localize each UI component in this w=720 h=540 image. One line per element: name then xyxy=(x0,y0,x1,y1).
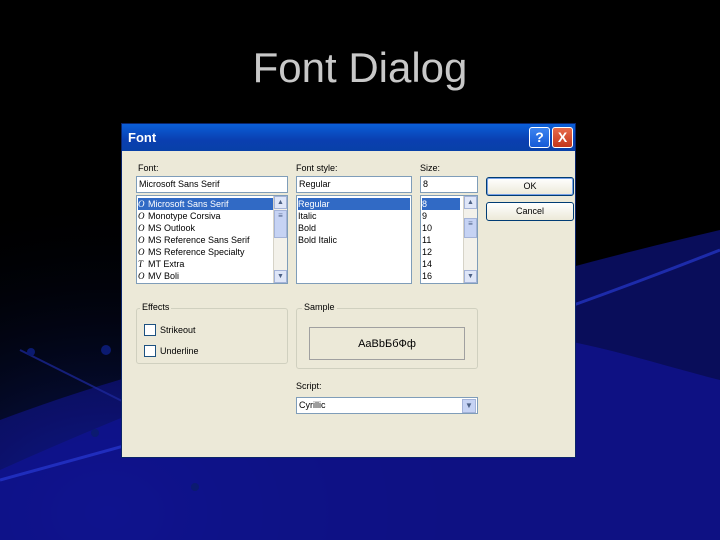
sample-label: Sample xyxy=(302,302,337,312)
font-list-item[interactable]: O Monotype Corsiva xyxy=(138,210,273,222)
dialog-title: Font xyxy=(128,130,157,145)
font-list-item-label: Monotype Corsiva xyxy=(148,211,221,221)
font-style-item[interactable]: Bold xyxy=(298,222,410,234)
font-style-input[interactable]: Regular xyxy=(296,176,412,193)
size-item[interactable]: 12 xyxy=(422,246,460,258)
chevron-down-icon[interactable]: ▼ xyxy=(462,399,476,413)
effects-label: Effects xyxy=(140,302,172,312)
scroll-down-icon[interactable]: ▼ xyxy=(274,270,287,283)
scroll-up-icon[interactable]: ▲ xyxy=(274,196,287,209)
size-item[interactable]: 11 xyxy=(422,234,460,246)
sample-preview: AaBbБбФф xyxy=(309,327,465,360)
underline-label[interactable]: Underline xyxy=(160,346,199,356)
font-list-scrollbar[interactable]: ▲ ≡ ▼ xyxy=(273,196,287,283)
close-icon: X xyxy=(557,129,568,145)
font-list-item[interactable]: O MS Outlook xyxy=(138,222,273,234)
size-item[interactable]: 16 xyxy=(422,270,460,282)
font-list-item-label: MS Outlook xyxy=(148,223,196,233)
font-list-item-label: MS Reference Sans Serif xyxy=(148,235,250,245)
scroll-thumb[interactable]: ≡ xyxy=(274,210,287,238)
size-list[interactable]: 8 9 10 11 12 14 16 ▲ ≡ ▼ xyxy=(420,195,478,284)
strikeout-label[interactable]: Strikeout xyxy=(160,325,196,335)
cancel-button[interactable]: Cancel xyxy=(486,202,574,221)
slide-title: Font Dialog xyxy=(252,44,468,91)
opentype-font-icon: O xyxy=(138,271,145,281)
scroll-down-icon[interactable]: ▼ xyxy=(464,270,477,283)
strikeout-checkbox[interactable] xyxy=(144,324,156,336)
effects-group xyxy=(136,308,288,364)
size-label: Size: xyxy=(420,163,441,173)
font-list-item-label: MS Reference Specialty xyxy=(148,247,245,257)
font-list-item[interactable]: O MV Boli xyxy=(138,270,273,282)
opentype-font-icon: O xyxy=(138,223,145,233)
scroll-up-icon[interactable]: ▲ xyxy=(464,196,477,209)
truetype-font-icon: T xyxy=(138,259,144,269)
size-item[interactable]: 8 xyxy=(422,198,460,210)
size-item[interactable]: 10 xyxy=(422,222,460,234)
font-dialog: Font ? X Font: Microsoft Sans Serif O Mic… xyxy=(121,123,576,458)
font-list-item[interactable]: O MS Reference Specialty xyxy=(138,246,273,258)
opentype-font-icon: O xyxy=(138,199,145,209)
font-list-item[interactable]: T MT Extra xyxy=(138,258,273,270)
font-style-label: Font style: xyxy=(296,163,338,173)
size-item[interactable]: 14 xyxy=(422,258,460,270)
font-style-item[interactable]: Regular xyxy=(298,198,410,210)
script-select[interactable]: Cyrillic ▼ xyxy=(296,397,478,414)
opentype-font-icon: O xyxy=(138,247,145,257)
opentype-font-icon: O xyxy=(138,235,145,245)
script-select-value: Cyrillic xyxy=(299,400,326,410)
font-style-list[interactable]: Regular Italic Bold Bold Italic xyxy=(296,195,412,284)
close-button[interactable]: X xyxy=(552,127,573,148)
font-list-item[interactable]: O Microsoft Sans Serif xyxy=(138,198,273,210)
dialog-titlebar[interactable]: Font ? X xyxy=(122,124,575,151)
font-label: Font: xyxy=(138,163,159,173)
script-label: Script: xyxy=(296,381,322,391)
font-list-item-label: MV Boli xyxy=(148,271,180,281)
opentype-font-icon: O xyxy=(138,211,145,221)
scroll-thumb[interactable]: ≡ xyxy=(464,218,477,238)
size-list-scrollbar[interactable]: ▲ ≡ ▼ xyxy=(463,196,477,283)
font-list-item-label: MT Extra xyxy=(148,259,185,269)
underline-checkbox[interactable] xyxy=(144,345,156,357)
font-list-item[interactable]: O MS Reference Sans Serif xyxy=(138,234,273,246)
font-style-item[interactable]: Italic xyxy=(298,210,410,222)
font-list-item-label: Microsoft Sans Serif xyxy=(148,199,229,209)
help-icon: ? xyxy=(535,129,544,145)
ok-button[interactable]: OK xyxy=(486,177,574,196)
font-name-input[interactable]: Microsoft Sans Serif xyxy=(136,176,288,193)
size-item[interactable]: 9 xyxy=(422,210,460,222)
help-button[interactable]: ? xyxy=(529,127,550,148)
font-list[interactable]: O Microsoft Sans Serif O Monotype Corsiva … xyxy=(136,195,288,284)
font-style-item[interactable]: Bold Italic xyxy=(298,234,410,246)
size-input[interactable]: 8 xyxy=(420,176,478,193)
